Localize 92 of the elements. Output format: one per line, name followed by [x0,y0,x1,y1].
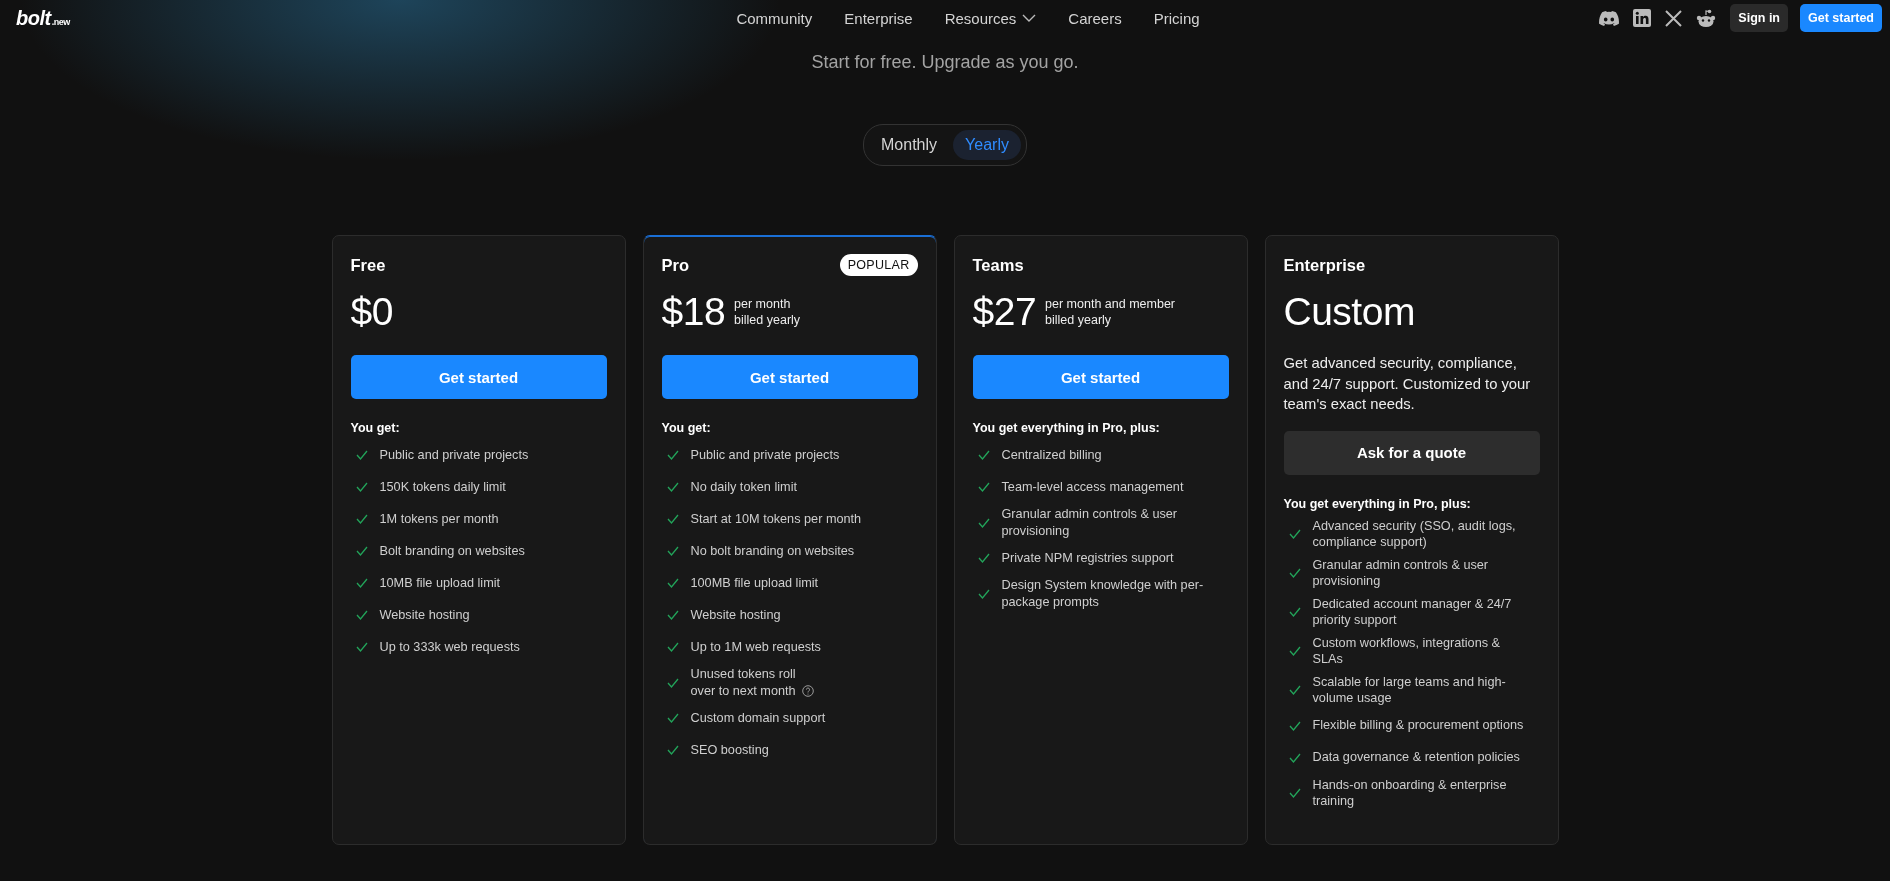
check-icon [666,642,679,652]
logo[interactable]: bolt.new [16,6,70,30]
check-icon [666,713,679,723]
nav-link[interactable]: Enterprise [844,9,913,27]
check-icon [1288,529,1301,539]
feature-text: Custom domain support [690,709,826,727]
feature-text: Up to 333k web requests [379,638,520,656]
sign-in-button[interactable]: Sign in [1730,4,1788,32]
feature-text: Public and private projects [690,446,840,464]
plan-description: Get advanced security, compliance, and 24/7 support. Customized to your team's exact needs. [1283,354,1532,414]
feature-text: Private NPM registries support [1001,549,1174,567]
feature-text: Unused tokens roll over to next month [690,666,819,699]
check-icon [666,610,679,620]
check-icon [666,514,679,524]
x-icon[interactable] [1665,9,1683,27]
check-icon [666,578,679,588]
feature-text: 1M tokens per month [379,510,499,528]
feature-text: SEO boosting [690,741,769,759]
features-heading: You get: [661,421,712,435]
plan-price: $27 [972,290,1037,334]
plan-price: $0 [350,290,393,334]
feature-text: Scalable for large teams and high-volume usage [1312,673,1507,707]
check-icon [355,642,368,652]
check-icon [977,482,990,492]
check-icon [355,482,368,492]
plan-price: Custom [1283,290,1415,334]
check-icon [977,588,990,599]
check-icon [355,578,368,588]
check-icon [355,514,368,524]
feature-text: Public and private projects [379,446,529,464]
feature-text: Granular admin controls & user provisioning [1312,556,1490,590]
reddit-icon[interactable] [1696,8,1717,28]
feature-text: No daily token limit [690,478,797,496]
features-heading: You get everything in Pro, plus: [972,421,1161,435]
feature-text: Hands-on onboarding & enterprise training [1312,776,1508,810]
check-icon [1288,685,1301,695]
check-icon [666,546,679,556]
feature-text: 100MB file upload limit [690,574,819,592]
price-note: per month billed yearly [734,296,801,328]
feature-text: Dedicated account manager & 24/7 priority support [1312,595,1513,629]
pricing-subtitle: Start for free. Upgrade as you go. [811,52,1079,73]
plan-name: Teams [972,255,1024,275]
nav-link[interactable]: Resources [944,9,1037,27]
nav-link[interactable]: Community [736,9,813,27]
check-icon [355,450,368,460]
billing-option[interactable]: Monthly [869,130,950,160]
check-icon [1288,788,1301,798]
check-icon [1288,568,1301,578]
feature-text: Team-level access management [1001,478,1184,496]
popular-badge: POPULAR [839,254,918,276]
check-icon [666,450,679,460]
features-heading: You get: [350,421,401,435]
feature-text: Website hosting [690,606,781,624]
feature-text: Advanced security (SSO, audit logs, compliance support) [1312,517,1517,551]
feature-text: Centralized billing [1001,446,1102,464]
nav-link[interactable]: Careers [1068,9,1122,27]
feature-text: No bolt branding on websites [690,542,855,560]
linkedin-icon[interactable] [1633,9,1652,27]
feature-text: Bolt branding on websites [379,542,525,560]
plan-price: $18 [661,290,726,334]
check-icon [1288,646,1301,656]
feature-text: Up to 1M web requests [690,638,821,656]
check-icon [1288,607,1301,617]
plan-name: Free [350,255,386,275]
billing-option[interactable]: Yearly [953,130,1021,160]
quote-button[interactable]: Ask for a quote [1283,430,1540,475]
plan-name: Enterprise [1283,255,1366,275]
feature-text: Custom workflows, integrations & SLAs [1312,634,1502,668]
check-icon [977,517,990,528]
feature-text: 150K tokens daily limit [379,478,506,496]
check-icon [666,482,679,492]
nav-link[interactable]: Pricing [1153,9,1200,27]
feature-text: 10MB file upload limit [379,574,501,592]
check-icon [1288,752,1301,763]
feature-text: Website hosting [379,606,470,624]
check-icon [1288,720,1301,731]
price-note: per month and member billed yearly [1045,296,1175,328]
check-icon [666,745,679,755]
feature-text: Start at 10M tokens per month [690,510,862,528]
check-icon [355,610,368,620]
check-icon [355,546,368,556]
check-icon [977,450,990,460]
plan-name: Pro [661,255,689,275]
help-icon[interactable] [801,684,814,697]
feature-text: Flexible billing & procurement options [1312,717,1524,734]
feature-text: Granular admin controls & user provisioning [1001,506,1179,539]
check-icon [666,677,679,688]
discord-icon[interactable] [1599,10,1620,26]
feature-text: Design System knowledge with per-package prompts [1001,577,1205,610]
feature-text: Data governance & retention policies [1312,749,1520,766]
check-icon [977,553,990,563]
features-heading: You get everything in Pro, plus: [1283,496,1472,511]
